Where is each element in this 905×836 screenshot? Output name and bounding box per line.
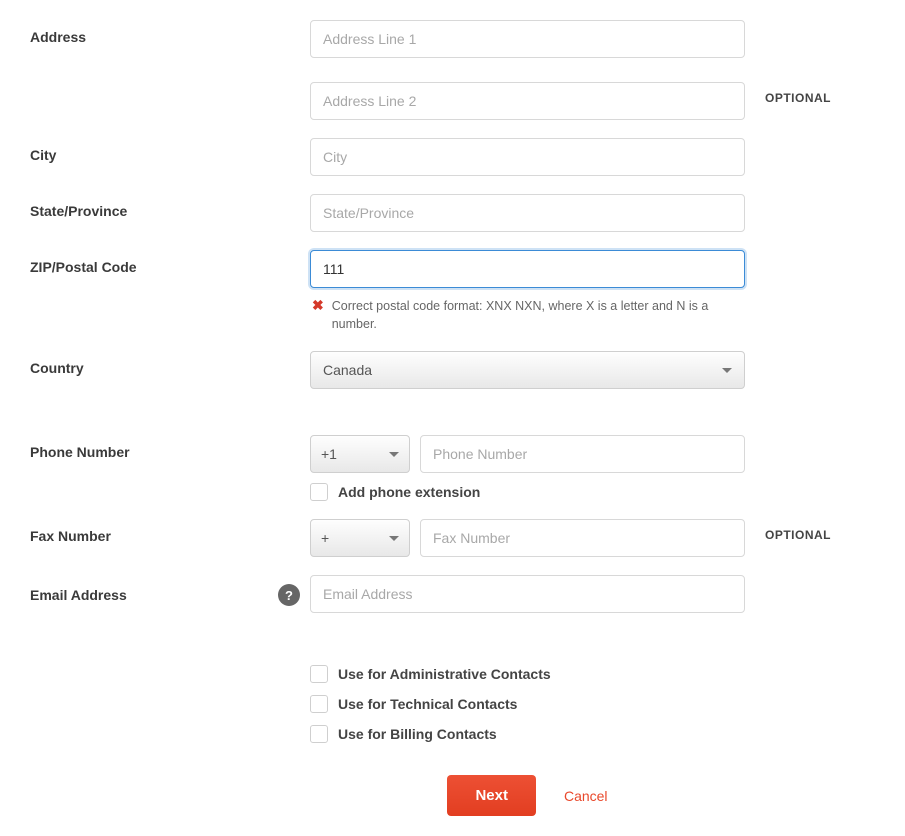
state-label: State/Province: [30, 194, 310, 219]
error-icon: ✖: [312, 298, 324, 312]
country-row: Country Canada: [30, 351, 875, 389]
city-label: City: [30, 138, 310, 163]
fax-code-value: +: [321, 530, 329, 546]
phone-extension-checkbox[interactable]: [310, 483, 328, 501]
help-icon[interactable]: ?: [278, 584, 300, 606]
billing-contacts-label: Use for Billing Contacts: [338, 726, 497, 742]
zip-error: ✖ Correct postal code format: XNX NXN, w…: [310, 298, 745, 333]
country-select[interactable]: Canada: [310, 351, 745, 389]
admin-contacts-checkbox[interactable]: [310, 665, 328, 683]
country-label: Country: [30, 351, 310, 376]
zip-error-text: Correct postal code format: XNX NXN, whe…: [332, 298, 743, 333]
tech-contacts-label: Use for Technical Contacts: [338, 696, 517, 712]
zip-input[interactable]: [310, 250, 745, 288]
email-label-wrap: Email Address ?: [30, 575, 310, 606]
phone-code-value: +1: [321, 446, 337, 462]
email-row: Email Address ?: [30, 575, 875, 613]
button-row: Next Cancel: [30, 775, 745, 816]
fax-country-code-select[interactable]: +: [310, 519, 410, 557]
phone-row: Phone Number +1: [30, 435, 875, 473]
cancel-link[interactable]: Cancel: [564, 788, 608, 804]
email-input[interactable]: [310, 575, 745, 613]
chevron-down-icon: [389, 536, 399, 541]
tech-contacts-checkbox[interactable]: [310, 695, 328, 713]
phone-label: Phone Number: [30, 435, 310, 460]
chevron-down-icon: [722, 368, 732, 373]
phone-extension-label: Add phone extension: [338, 484, 480, 500]
zip-label: ZIP/Postal Code: [30, 250, 310, 275]
phone-ext-row: Add phone extension: [30, 483, 875, 501]
address-label: Address: [30, 20, 310, 45]
chevron-down-icon: [389, 452, 399, 457]
phone-country-code-select[interactable]: +1: [310, 435, 410, 473]
state-row: State/Province: [30, 194, 875, 232]
address-row: Address: [30, 20, 875, 58]
phone-input[interactable]: [420, 435, 745, 473]
fax-input[interactable]: [420, 519, 745, 557]
admin-contacts-label: Use for Administrative Contacts: [338, 666, 551, 682]
fax-optional-tag: OPTIONAL: [745, 519, 875, 542]
contacts-checkboxes-row: Use for Administrative Contacts Use for …: [30, 659, 875, 743]
address-line-2-input[interactable]: [310, 82, 745, 120]
city-input[interactable]: [310, 138, 745, 176]
address2-optional-tag: OPTIONAL: [745, 82, 875, 105]
billing-contacts-checkbox[interactable]: [310, 725, 328, 743]
address-line-1-input[interactable]: [310, 20, 745, 58]
zip-row: ZIP/Postal Code ✖ Correct postal code fo…: [30, 250, 875, 333]
next-button[interactable]: Next: [447, 775, 536, 816]
city-row: City: [30, 138, 875, 176]
address2-row: OPTIONAL: [30, 82, 875, 120]
email-label: Email Address: [30, 587, 127, 603]
state-input[interactable]: [310, 194, 745, 232]
fax-label: Fax Number: [30, 519, 310, 544]
country-select-value: Canada: [323, 362, 372, 378]
fax-row: Fax Number + OPTIONAL: [30, 519, 875, 557]
